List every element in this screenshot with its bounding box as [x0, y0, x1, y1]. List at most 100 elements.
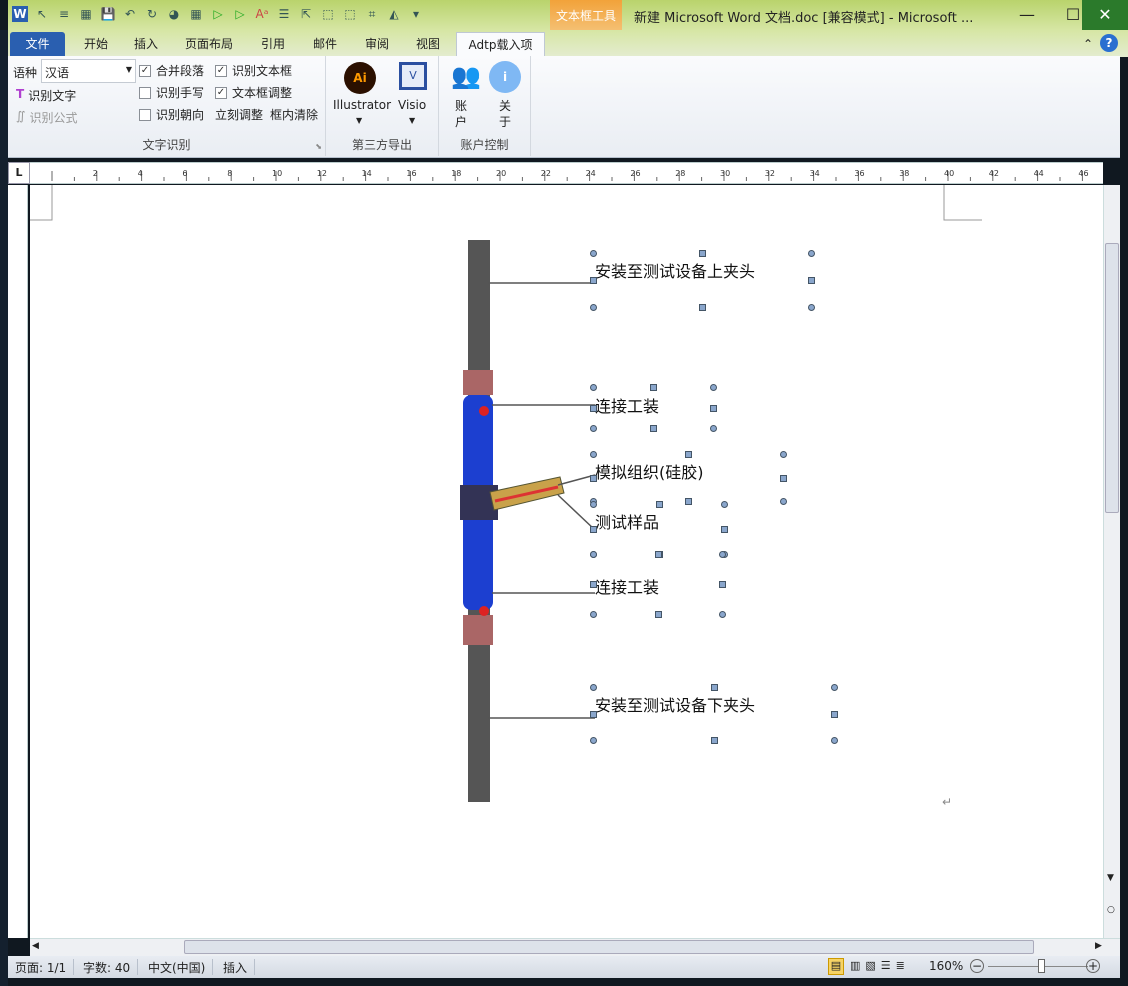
resize-handle[interactable] [808, 277, 815, 284]
resize-handle[interactable] [831, 710, 838, 718]
resize-handle[interactable] [654, 611, 662, 618]
language-status[interactable]: 中文(中国) [141, 959, 214, 975]
resize-handle[interactable] [590, 451, 597, 458]
tab-home[interactable]: 开始 [76, 32, 116, 57]
resize-handle[interactable] [590, 425, 597, 432]
resize-handle[interactable] [719, 581, 726, 588]
resize-handle[interactable] [710, 684, 718, 691]
save-icon[interactable]: 💾 [100, 6, 116, 22]
scroll-left-icon[interactable]: ◀ [32, 941, 39, 951]
recognize-handwriting-checkbox[interactable]: 识别手写 [139, 84, 204, 101]
resize-handle[interactable] [710, 737, 718, 744]
resize-handle[interactable] [590, 710, 597, 718]
label-upper-clamp[interactable]: 安装至测试设备上夹头 [595, 258, 755, 282]
resize-handle[interactable] [590, 404, 597, 412]
select-icon[interactable]: ↖ [34, 6, 50, 22]
dropdown-arrow-icon[interactable]: ▼ [409, 116, 415, 125]
resize-handle[interactable] [710, 425, 717, 432]
vertical-ruler[interactable] [8, 185, 28, 938]
resize-handle[interactable] [685, 451, 692, 458]
close-button[interactable]: ✕ [1082, 0, 1128, 30]
label-simulated-tissue[interactable]: 模拟组织(硅胶) [595, 459, 704, 483]
grid-icon[interactable]: ▦ [188, 6, 204, 22]
resize-handle[interactable] [590, 581, 597, 588]
horizontal-ruler[interactable]: 2 4 6 8 10 12 14 16 18 20 22 24 26 28 30 32 34 36 38 40 42 44… [30, 162, 1103, 184]
word-count[interactable]: 字数: 40 [76, 959, 139, 975]
resize-handle[interactable] [710, 384, 717, 391]
word-app-icon[interactable]: W [12, 6, 28, 22]
adjust-now-button[interactable]: 立刻调整 [215, 106, 263, 123]
shape-icon[interactable]: ◭ [386, 6, 402, 22]
text-icon[interactable]: ≡ [56, 6, 72, 22]
resize-handle[interactable] [590, 277, 597, 284]
resize-handle[interactable] [780, 498, 787, 505]
resize-handle[interactable] [655, 501, 663, 508]
resize-handle[interactable] [590, 384, 597, 391]
play-icon-2[interactable]: ▷ [232, 6, 248, 22]
list-icon[interactable]: ☰ [276, 6, 292, 22]
resize-handle[interactable] [780, 451, 787, 458]
account-icon[interactable]: 👥 [451, 62, 481, 90]
resize-handle[interactable] [719, 551, 726, 558]
language-select[interactable]: 汉语 ▼ [41, 59, 136, 83]
scroll-thumb[interactable] [184, 940, 1034, 954]
recognize-formula-button[interactable]: ∬ 识别公式 [16, 109, 77, 126]
resize-handle[interactable] [808, 304, 815, 311]
customize-icon[interactable]: ▾ [408, 6, 424, 22]
tab-view[interactable]: 视图 [408, 32, 448, 57]
account-button[interactable]: 账户 [455, 98, 469, 130]
page-count[interactable]: 页面: 1/1 [8, 959, 75, 975]
crop-icon[interactable]: ⌗ [364, 6, 380, 22]
scroll-right-icon[interactable]: ▶ [1095, 941, 1102, 951]
play-icon[interactable]: ▷ [210, 6, 226, 22]
resize-handle[interactable] [590, 737, 597, 744]
resize-handle[interactable] [650, 384, 657, 391]
print-layout-icon[interactable]: ▤ [828, 958, 844, 975]
label-lower-clamp[interactable]: 安装至测试设备下夹头 [595, 692, 755, 716]
font-icon[interactable]: Aᵃ [254, 6, 270, 22]
zoom-level[interactable]: 160% [929, 959, 963, 973]
minimize-button[interactable]: — [1004, 0, 1050, 30]
label-test-sample[interactable]: 测试样品 [595, 509, 659, 533]
recognize-orientation-checkbox[interactable]: 识别朝向 [139, 106, 204, 123]
resize-handle[interactable] [654, 551, 662, 558]
pointer-icon[interactable]: ⇱ [298, 6, 314, 22]
resize-handle[interactable] [721, 526, 728, 533]
tab-review[interactable]: 审阅 [357, 32, 397, 57]
resize-handle[interactable] [808, 250, 815, 257]
view-icons[interactable]: ▥▧☰≣ [850, 959, 910, 972]
tab-stop-selector[interactable]: L [8, 162, 30, 184]
resize-handle[interactable] [721, 501, 728, 508]
resize-handle[interactable] [590, 250, 597, 257]
resize-handle[interactable] [590, 551, 597, 558]
resize-handle[interactable] [650, 425, 657, 432]
resize-handle[interactable] [699, 304, 706, 311]
insert-mode[interactable]: 插入 [216, 959, 256, 975]
tab-insert[interactable]: 插入 [126, 32, 166, 57]
resize-handle[interactable] [590, 501, 597, 508]
group-icon[interactable]: ⬚ [320, 6, 336, 22]
resize-handle[interactable] [590, 304, 597, 311]
merge-paragraph-checkbox[interactable]: ✓ 合并段落 [139, 62, 204, 79]
illustrator-button[interactable]: Illustrator [333, 98, 391, 112]
undo-icon[interactable]: ↶ [122, 6, 138, 22]
resize-handle[interactable] [831, 737, 838, 744]
zoom-out-icon[interactable]: − [970, 959, 984, 973]
scroll-down-icon[interactable]: ▼ [1107, 873, 1114, 883]
resize-handle[interactable] [590, 611, 597, 618]
document-page[interactable]: ↵ [30, 185, 1103, 938]
collapse-ribbon-icon[interactable]: ⌃ [1080, 32, 1096, 57]
recognize-text-button[interactable]: T 识别文字 [16, 87, 76, 104]
tab-file[interactable]: 文件 [10, 32, 65, 57]
resize-handle[interactable] [590, 526, 597, 533]
resize-handle[interactable] [685, 498, 692, 505]
vertical-scrollbar[interactable]: ▼ ○ [1103, 185, 1120, 938]
zoom-slider-thumb[interactable] [1038, 959, 1045, 973]
tab-adtp-addin[interactable]: Adtp载入项 [456, 32, 545, 57]
label-connector-top[interactable]: 连接工装 [595, 393, 659, 417]
ungroup-icon[interactable]: ⬚ [342, 6, 358, 22]
redo-icon[interactable]: ↻ [144, 6, 160, 22]
select-browse-object-icon[interactable]: ○ [1107, 905, 1115, 915]
visio-icon[interactable]: V [399, 62, 427, 90]
tab-layout[interactable]: 页面布局 [178, 32, 240, 57]
